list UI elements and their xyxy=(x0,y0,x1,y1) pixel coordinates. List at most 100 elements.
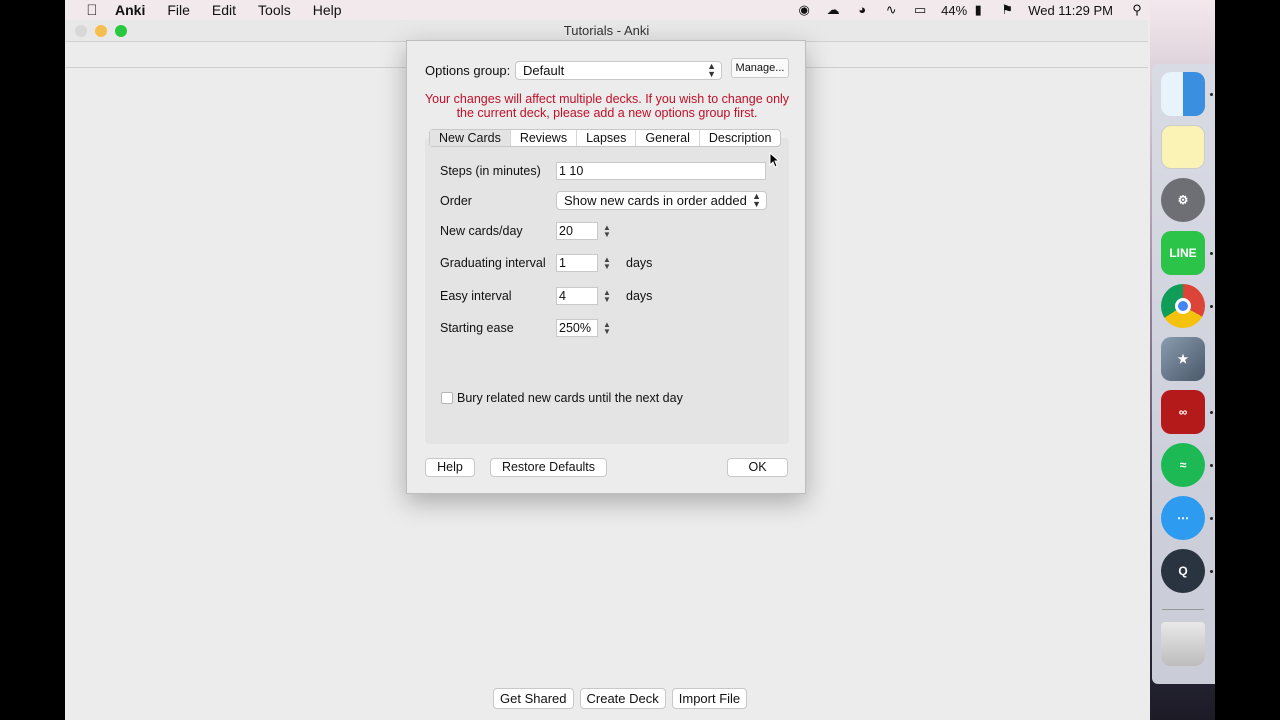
running-indicator xyxy=(1210,305,1213,308)
tab-new-cards[interactable]: New Cards xyxy=(430,130,511,146)
finder-icon[interactable] xyxy=(1161,72,1205,116)
order-label: Order xyxy=(440,193,472,208)
graduating-spinbox: 1 ▲ ▼ xyxy=(556,254,612,272)
xcode-icon[interactable]: ★ xyxy=(1161,337,1205,381)
ease-input[interactable]: 250% xyxy=(556,319,598,337)
menu-bar:  Anki File Edit Tools Help ◉ ☁ ◕ ∿ ▭ 44… xyxy=(65,0,1215,20)
quicktime-icon[interactable]: Q xyxy=(1161,549,1205,593)
tab-panel: Steps (in minutes) 1 10 Order Show new c… xyxy=(425,138,789,444)
window-controls xyxy=(75,25,127,37)
airplay-icon[interactable]: ▭ xyxy=(912,3,928,17)
get-shared-button[interactable]: Get Shared xyxy=(493,688,574,709)
manage-button[interactable]: Manage... xyxy=(731,58,789,78)
running-indicator xyxy=(1210,570,1213,573)
steps-label: Steps (in minutes) xyxy=(440,164,541,178)
running-indicator xyxy=(1210,411,1213,414)
deck-actions: Get Shared Create Deck Import File xyxy=(493,688,748,709)
ease-row: Starting ease 250% ▲ ▼ xyxy=(440,319,612,337)
new-per-day-spinbox: 20 ▲ ▼ xyxy=(556,222,612,240)
graduating-label: Graduating interval xyxy=(440,256,546,270)
graduating-unit: days xyxy=(626,256,653,270)
create-deck-button[interactable]: Create Deck xyxy=(579,688,666,709)
tab-description[interactable]: Description xyxy=(700,130,781,146)
search-icon[interactable]: ⚲ xyxy=(1129,3,1145,17)
trash-icon[interactable] xyxy=(1161,622,1205,666)
order-row: Order Show new cards in order added ▲ ▼ xyxy=(440,191,767,210)
minimize-icon[interactable] xyxy=(95,25,107,37)
help-button[interactable]: Help xyxy=(425,458,475,477)
menu-edit[interactable]: Edit xyxy=(212,2,236,18)
steps-row: Steps (in minutes) 1 10 xyxy=(440,162,766,180)
running-indicator xyxy=(1210,517,1213,520)
record-icon[interactable]: ◉ xyxy=(796,3,812,17)
acrobat-icon[interactable]: ∞ xyxy=(1161,390,1205,434)
graduating-row: Graduating interval 1 ▲ ▼ days xyxy=(440,254,652,272)
ease-label: Starting ease xyxy=(440,321,514,335)
bury-row: Bury related new cards until the next da… xyxy=(441,391,683,405)
menu-file[interactable]: File xyxy=(167,2,190,18)
order-value: Show new cards in order added xyxy=(564,193,747,208)
messages-icon[interactable]: ⋯ xyxy=(1161,496,1205,540)
bury-checkbox[interactable] xyxy=(441,392,453,404)
letterbox-bar xyxy=(1215,0,1280,720)
apple-menu-icon[interactable]:  xyxy=(83,2,101,19)
easy-spinbox: 4 ▲ ▼ xyxy=(556,287,612,305)
wifi-icon[interactable]: ∿ xyxy=(883,3,899,17)
line-icon-label: LINE xyxy=(1169,246,1197,260)
window-title: Tutorials - Anki xyxy=(563,23,650,38)
steps-input[interactable]: 1 10 xyxy=(556,162,766,180)
new-per-day-input[interactable]: 20 xyxy=(556,222,598,240)
chrome-icon[interactable] xyxy=(1161,284,1205,328)
tab-general[interactable]: General xyxy=(636,130,700,146)
options-group-label: Options group: xyxy=(425,63,511,78)
menu-app-name[interactable]: Anki xyxy=(115,2,145,18)
line-icon[interactable]: LINE xyxy=(1161,231,1205,275)
dock: ⚙ LINE ★ ∞ ≈ ⋯ Q xyxy=(1152,64,1215,684)
stepper-icon[interactable]: ▲ ▼ xyxy=(602,321,612,336)
tab-lapses[interactable]: Lapses xyxy=(577,130,637,146)
options-group-row: Options group: Default ▲ ▼ xyxy=(425,61,722,80)
warning-message: Your changes will affect multiple decks.… xyxy=(424,92,790,120)
chevron-updown-icon: ▲ ▼ xyxy=(707,61,716,79)
spotify-icon[interactable]: ≈ xyxy=(1161,443,1205,487)
desktop:  Anki File Edit Tools Help ◉ ☁ ◕ ∿ ▭ 44… xyxy=(65,0,1215,720)
options-group-value: Default xyxy=(523,63,565,78)
menu-help[interactable]: Help xyxy=(313,2,342,18)
cloud-icon[interactable]: ☁ xyxy=(825,3,841,17)
running-indicator xyxy=(1210,93,1213,96)
clock[interactable]: Wed 11:29 PM xyxy=(1028,3,1113,18)
bury-label: Bury related new cards until the next da… xyxy=(457,391,683,405)
restore-defaults-button[interactable]: Restore Defaults xyxy=(490,458,607,477)
mouse-cursor-icon xyxy=(769,152,779,168)
running-indicator xyxy=(1210,252,1213,255)
chevron-updown-icon: ▲ ▼ xyxy=(752,191,761,209)
tab-reviews[interactable]: Reviews xyxy=(511,130,578,146)
order-select[interactable]: Show new cards in order added ▲ ▼ xyxy=(556,191,767,210)
easy-label: Easy interval xyxy=(440,289,512,303)
menu-tools[interactable]: Tools xyxy=(258,2,291,18)
mask-icon[interactable]: ◕ xyxy=(854,3,870,17)
zoom-icon[interactable] xyxy=(115,25,127,37)
notes-icon[interactable] xyxy=(1161,125,1205,169)
battery-percent[interactable]: 44% xyxy=(941,3,967,18)
new-per-day-label: New cards/day xyxy=(440,224,523,238)
window-titlebar: Tutorials - Anki xyxy=(65,20,1148,42)
stepper-icon[interactable]: ▲ ▼ xyxy=(602,224,612,239)
dock-separator xyxy=(1162,609,1204,610)
flag-icon[interactable]: ⚑ xyxy=(999,3,1015,17)
new-per-day-row: New cards/day 20 ▲ ▼ xyxy=(440,222,612,240)
graduating-input[interactable]: 1 xyxy=(556,254,598,272)
deck-options-dialog: Options group: Default ▲ ▼ Manage... Your… xyxy=(406,40,806,494)
easy-row: Easy interval 4 ▲ ▼ days xyxy=(440,287,652,305)
battery-icon[interactable]: ▮ xyxy=(970,3,986,17)
import-file-button[interactable]: Import File xyxy=(671,688,748,709)
ok-button[interactable]: OK xyxy=(727,458,788,477)
running-indicator xyxy=(1210,464,1213,467)
ease-spinbox: 250% ▲ ▼ xyxy=(556,319,612,337)
close-icon[interactable] xyxy=(75,25,87,37)
easy-input[interactable]: 4 xyxy=(556,287,598,305)
system-preferences-icon[interactable]: ⚙ xyxy=(1161,178,1205,222)
stepper-icon[interactable]: ▲ ▼ xyxy=(602,289,612,304)
stepper-icon[interactable]: ▲ ▼ xyxy=(602,256,612,271)
options-group-select[interactable]: Default ▲ ▼ xyxy=(515,61,722,80)
